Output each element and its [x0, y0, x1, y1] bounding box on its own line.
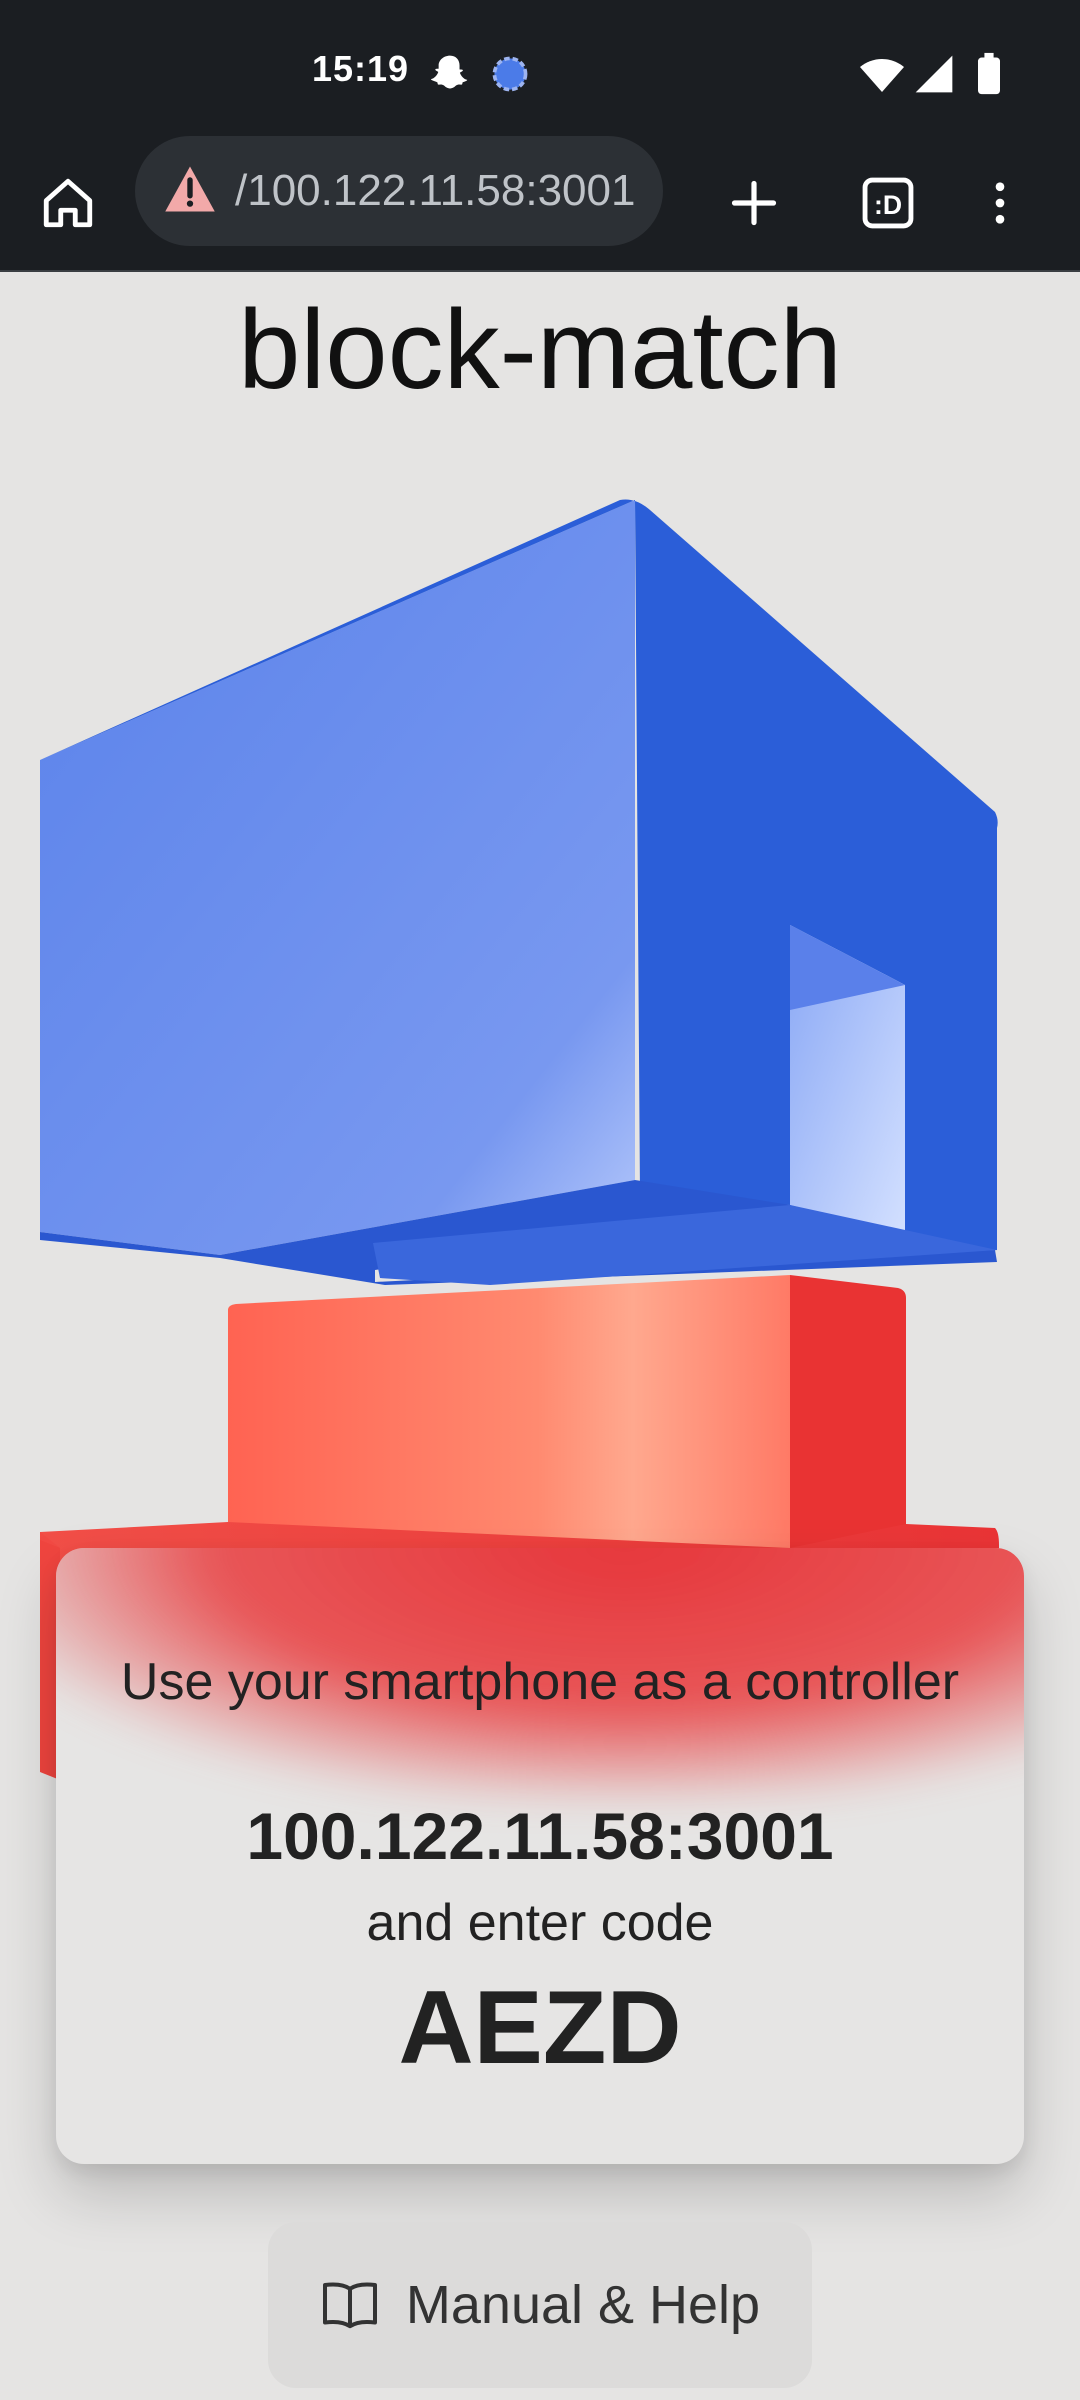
tab-switcher-icon: :D — [862, 177, 914, 229]
instruction-text: Use your smartphone as a controller — [120, 1653, 960, 1711]
manual-help-button[interactable]: Manual & Help — [268, 2222, 812, 2388]
battery-icon — [978, 52, 1000, 95]
more-vert-icon — [995, 182, 1005, 224]
wifi-icon — [860, 59, 904, 92]
server-address: 100.122.11.58:3001 — [246, 1799, 834, 1873]
manual-help-label: Manual & Help — [405, 2275, 761, 2335]
status-bar: 15:19 — [0, 0, 1080, 135]
home-icon — [43, 178, 93, 228]
home-button[interactable] — [28, 163, 108, 243]
menu-button[interactable] — [960, 163, 1040, 243]
signal-messenger-icon — [492, 56, 528, 92]
tab-switcher-button[interactable]: :D — [848, 163, 928, 243]
session-code: AEZD — [398, 1970, 682, 2086]
book-icon — [322, 2282, 377, 2329]
warning-icon — [165, 166, 215, 212]
url-bar[interactable]: /100.122.11.58:3001 — [135, 136, 663, 246]
plus-icon — [731, 180, 777, 226]
new-tab-button[interactable] — [714, 163, 794, 243]
url-text: /100.122.11.58:3001 — [235, 166, 636, 215]
red-block-upper-side — [790, 1275, 906, 1548]
page-title: block-match — [238, 287, 842, 412]
enter-code-label: and enter code — [366, 1894, 714, 1952]
cell-signal-icon — [915, 55, 953, 93]
tab-switcher-label: :D — [874, 190, 902, 220]
red-block-upper-front — [228, 1275, 790, 1548]
connection-card-content: Use your smartphone as a controller 100.… — [56, 1548, 1024, 2164]
snapchat-icon — [430, 55, 468, 89]
status-time: 15:19 — [312, 48, 410, 89]
blue-block-front — [40, 500, 635, 1255]
